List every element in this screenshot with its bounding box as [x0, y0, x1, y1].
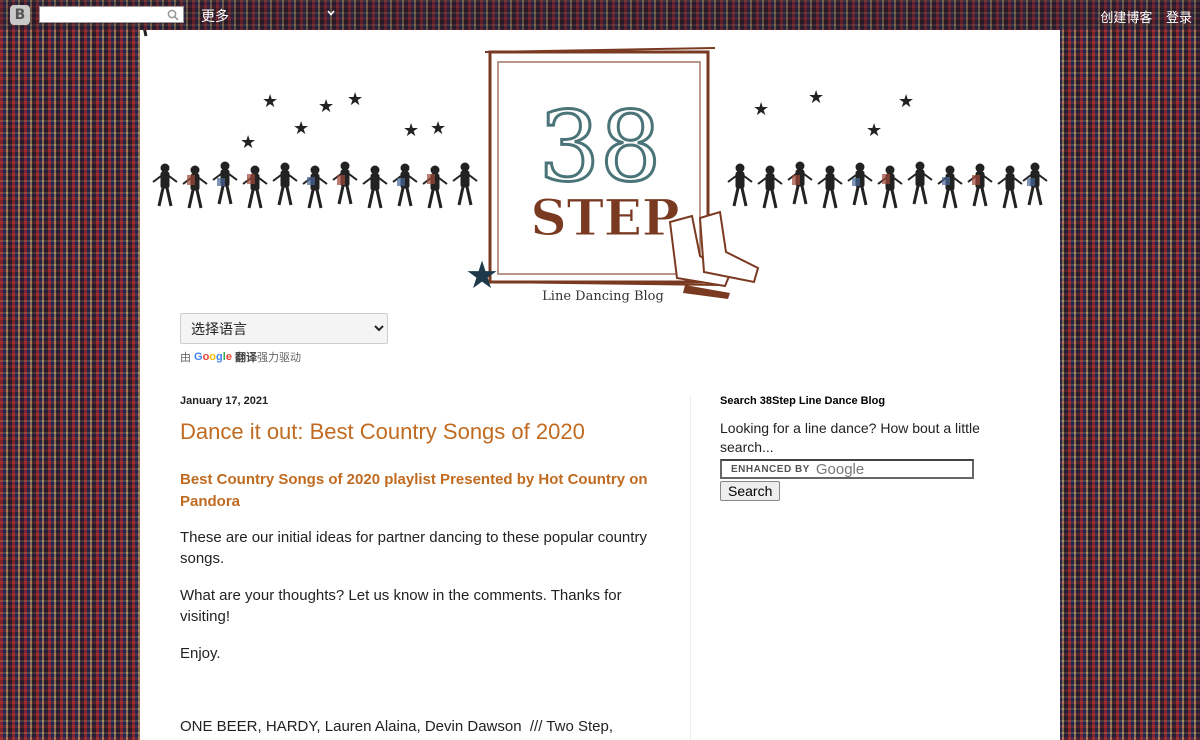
sidebar: Search 38Step Line Dance Blog Looking fo… [720, 395, 990, 501]
svg-text:★: ★ [293, 118, 309, 139]
svg-text:★: ★ [347, 89, 363, 110]
post-body: Best Country Songs of 2020 playlist Pres… [180, 469, 670, 737]
post-paragraph: These are our initial ideas for partner … [180, 529, 647, 567]
blogger-navbar: B 更多 创建博客 登录 [0, 0, 1200, 30]
post-paragraph: ONE BEER, HARDY, Lauren Alaina, Devin Da… [180, 718, 613, 735]
post-subheading: Best Country Songs of 2020 playlist Pres… [180, 471, 648, 510]
header-banner[interactable]: ★ ★ ★ ★ ★ ★ ★ ★ ★ ★ ★ 38 STEP Line Dancing Blo… [140, 30, 1060, 310]
search-button[interactable]: Search [720, 481, 781, 501]
svg-text:★: ★ [808, 87, 824, 108]
svg-text:★: ★ [262, 91, 278, 112]
post-paragraph: What are your thoughts? Let us know in t… [180, 587, 622, 625]
svg-text:★: ★ [866, 120, 882, 141]
google-logo[interactable]: Google [194, 351, 232, 363]
logo-illustration: 38 STEP Line Dancing Blog ★ [465, 47, 760, 304]
translate-word[interactable]: 翻译 [235, 349, 257, 365]
translate-powered-by: 由 Google 翻译 强力驱动 [180, 349, 301, 365]
svg-text:Line Dancing Blog: Line Dancing Blog [542, 289, 664, 304]
sign-in-link[interactable]: 登录 [1166, 10, 1192, 25]
svg-text:STEP: STEP [530, 188, 679, 247]
svg-text:★: ★ [753, 99, 769, 120]
column-divider [690, 395, 691, 740]
navbar-search-input[interactable] [39, 6, 184, 23]
post-date: January 17, 2021 [180, 395, 269, 407]
svg-text:★: ★ [898, 91, 914, 112]
svg-text:★: ★ [465, 253, 499, 297]
svg-text:★: ★ [240, 132, 256, 153]
dancers-left-illustration [143, 30, 148, 37]
blog-outer: ★ ★ ★ ★ ★ ★ ★ ★ ★ ★ ★ 38 STEP Line Dancing Blo… [140, 30, 1060, 740]
navbar-more-link[interactable]: 更多 [201, 6, 229, 26]
svg-text:★: ★ [318, 96, 334, 117]
main-column: January 17, 2021 Dance it out: Best Coun… [180, 395, 670, 740]
custom-search-input[interactable]: ENHANCED BY Google [720, 459, 974, 479]
search-icon[interactable] [165, 7, 181, 22]
chevron-down-icon[interactable] [326, 8, 336, 18]
blogger-logo-icon[interactable]: B [10, 5, 30, 25]
post-paragraph: Enjoy. [180, 645, 221, 662]
create-blog-link[interactable]: 创建博客 [1100, 10, 1152, 25]
post-title[interactable]: Dance it out: Best Country Songs of 2020 [180, 419, 670, 445]
svg-text:★: ★ [403, 120, 419, 141]
translate-widget: 选择语言 由 Google 翻译 强力驱动 [180, 313, 388, 365]
svg-text:★: ★ [430, 118, 446, 139]
search-widget-description: Looking for a line dance? How bout a lit… [720, 420, 980, 455]
navbar-actions: 创建博客 登录 [1090, 7, 1192, 26]
search-widget-title: Search 38Step Line Dance Blog [720, 395, 886, 407]
language-select[interactable]: 选择语言 [180, 313, 388, 344]
svg-text:38: 38 [539, 91, 661, 203]
